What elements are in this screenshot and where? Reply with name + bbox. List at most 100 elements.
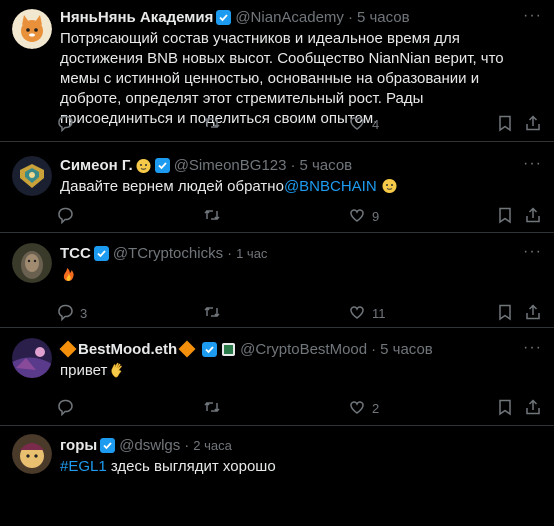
heart-icon	[348, 114, 366, 135]
tweet-header: горы @dswlgs · 2 часа	[60, 435, 554, 455]
more-icon[interactable]: ···	[523, 339, 542, 357]
retweet-button[interactable]	[203, 114, 227, 135]
like-count: 4	[372, 116, 380, 132]
verified-badge-icon	[202, 341, 218, 357]
avatar[interactable]	[12, 243, 52, 283]
author-name[interactable]: TCC	[60, 245, 91, 262]
like-button[interactable]: 2	[348, 398, 379, 419]
author-handle[interactable]: @SimeonBG123	[174, 157, 287, 174]
reply-button[interactable]	[56, 206, 80, 227]
like-count: 11	[372, 305, 386, 321]
reply-count: 3	[80, 305, 88, 321]
action-bar: 4	[0, 114, 554, 134]
reply-feed: НяньНянь Академия @NianAcademy · 5 часов…	[0, 0, 554, 526]
bookmark-button[interactable]	[496, 114, 514, 135]
retweet-icon	[203, 398, 221, 419]
reply-tweet[interactable]: НяньНянь Академия @NianAcademy · 5 часов…	[0, 0, 554, 142]
avatar[interactable]	[12, 338, 52, 378]
timestamp[interactable]: 5 часов	[380, 341, 433, 358]
tweet-text: привет	[60, 361, 554, 381]
separator-dot: ·	[227, 244, 233, 262]
affiliate-badge-icon	[221, 342, 236, 357]
author-handle[interactable]: @NianAcademy	[235, 9, 344, 26]
verified-badge-icon	[154, 157, 170, 173]
verified-badge-icon	[216, 9, 232, 25]
tweet-header: TCC @TCryptochicks · 1 час	[60, 243, 554, 263]
tweet-text: #EGL1 здесь выглядит хорошо	[60, 457, 554, 477]
author-handle[interactable]: @CryptoBestMood	[240, 341, 367, 358]
bookmark-button[interactable]	[496, 303, 514, 324]
like-button[interactable]: 9	[348, 206, 379, 227]
more-icon[interactable]: ···	[523, 155, 542, 173]
action-bar: 9	[0, 206, 554, 226]
share-icon	[524, 398, 542, 419]
action-bar: 2	[0, 398, 554, 418]
author-name[interactable]: горы	[60, 437, 97, 454]
author-name[interactable]: НяньНянь Академия	[60, 9, 213, 26]
separator-dot: ·	[184, 436, 190, 454]
action-bar: 3 11	[0, 303, 554, 323]
reply-button[interactable]: 3	[56, 303, 87, 324]
share-button[interactable]	[524, 398, 542, 419]
more-icon[interactable]: ···	[523, 243, 542, 261]
tweet-header: BestMood.eth @CryptoBestMood · 5 часов	[59, 339, 554, 359]
bookmark-button[interactable]	[496, 206, 514, 227]
retweet-icon	[203, 114, 221, 135]
reply-tweet[interactable]: Симеон Г. @SimeonBG123 · 5 часов ··· Дав…	[0, 142, 554, 233]
orange-diamond-icon	[59, 340, 77, 358]
timestamp[interactable]: 5 часов	[299, 157, 352, 174]
author-handle[interactable]: @dswlgs	[119, 437, 180, 454]
avatar[interactable]	[12, 434, 52, 474]
share-button[interactable]	[524, 206, 542, 227]
avatar[interactable]	[12, 156, 52, 196]
reply-icon	[56, 398, 74, 419]
reply-tweet[interactable]: TCC @TCryptochicks · 1 час ··· 3 11	[0, 233, 554, 328]
retweet-button[interactable]	[203, 303, 227, 324]
reply-tweet[interactable]: горы @dswlgs · 2 часа #EGL1 здесь выгляд…	[0, 426, 554, 526]
verified-badge-icon	[93, 245, 109, 261]
reply-button[interactable]	[56, 114, 80, 135]
share-icon	[524, 206, 542, 227]
retweet-icon	[203, 206, 221, 227]
reply-icon	[56, 206, 74, 227]
retweet-button[interactable]	[203, 398, 227, 419]
retweet-icon	[203, 303, 221, 324]
fire-emoji-icon	[60, 265, 77, 282]
hashtag-link[interactable]: #EGL1	[60, 458, 107, 475]
orange-diamond-icon	[178, 340, 196, 358]
author-name[interactable]: Симеон Г.	[60, 157, 133, 174]
tweet-text-body: Давайте вернем людей обратно	[60, 178, 284, 195]
author-name[interactable]: BestMood.eth	[78, 341, 177, 358]
waving-hand-emoji-icon	[109, 361, 126, 378]
tweet-header: НяньНянь Академия @NianAcademy · 5 часов	[60, 7, 554, 27]
tweet-text: Давайте вернем людей обратно@BNBCHAIN	[60, 177, 554, 197]
reply-icon	[56, 114, 74, 135]
share-button[interactable]	[524, 303, 542, 324]
reply-button[interactable]	[56, 398, 80, 419]
share-icon	[524, 303, 542, 324]
timestamp[interactable]: 5 часов	[357, 9, 410, 26]
share-icon	[524, 114, 542, 135]
retweet-button[interactable]	[203, 206, 227, 227]
avatar[interactable]	[12, 9, 52, 49]
verified-badge-icon	[100, 437, 116, 453]
timestamp[interactable]: 2 часа	[193, 438, 232, 453]
salute-emoji-icon	[135, 157, 152, 174]
like-button[interactable]: 4	[348, 114, 379, 135]
author-handle[interactable]: @TCryptochicks	[113, 245, 223, 262]
mention-link[interactable]: @BNBCHAIN	[284, 178, 377, 195]
bookmark-button[interactable]	[496, 398, 514, 419]
like-button[interactable]: 11	[348, 303, 386, 324]
heart-icon	[348, 303, 366, 324]
timestamp[interactable]: 1 час	[236, 246, 267, 261]
share-button[interactable]	[524, 114, 542, 135]
tweet-header: Симеон Г. @SimeonBG123 · 5 часов	[60, 155, 554, 175]
reply-icon	[56, 303, 74, 324]
separator-dot: ·	[371, 340, 377, 358]
more-icon[interactable]: ···	[523, 7, 542, 25]
heart-icon	[348, 398, 366, 419]
heart-icon	[348, 206, 366, 227]
reply-tweet[interactable]: BestMood.eth @CryptoBestMood · 5 часов ·…	[0, 328, 554, 426]
tweet-text-body: привет	[60, 362, 108, 379]
bookmark-icon	[496, 398, 514, 419]
